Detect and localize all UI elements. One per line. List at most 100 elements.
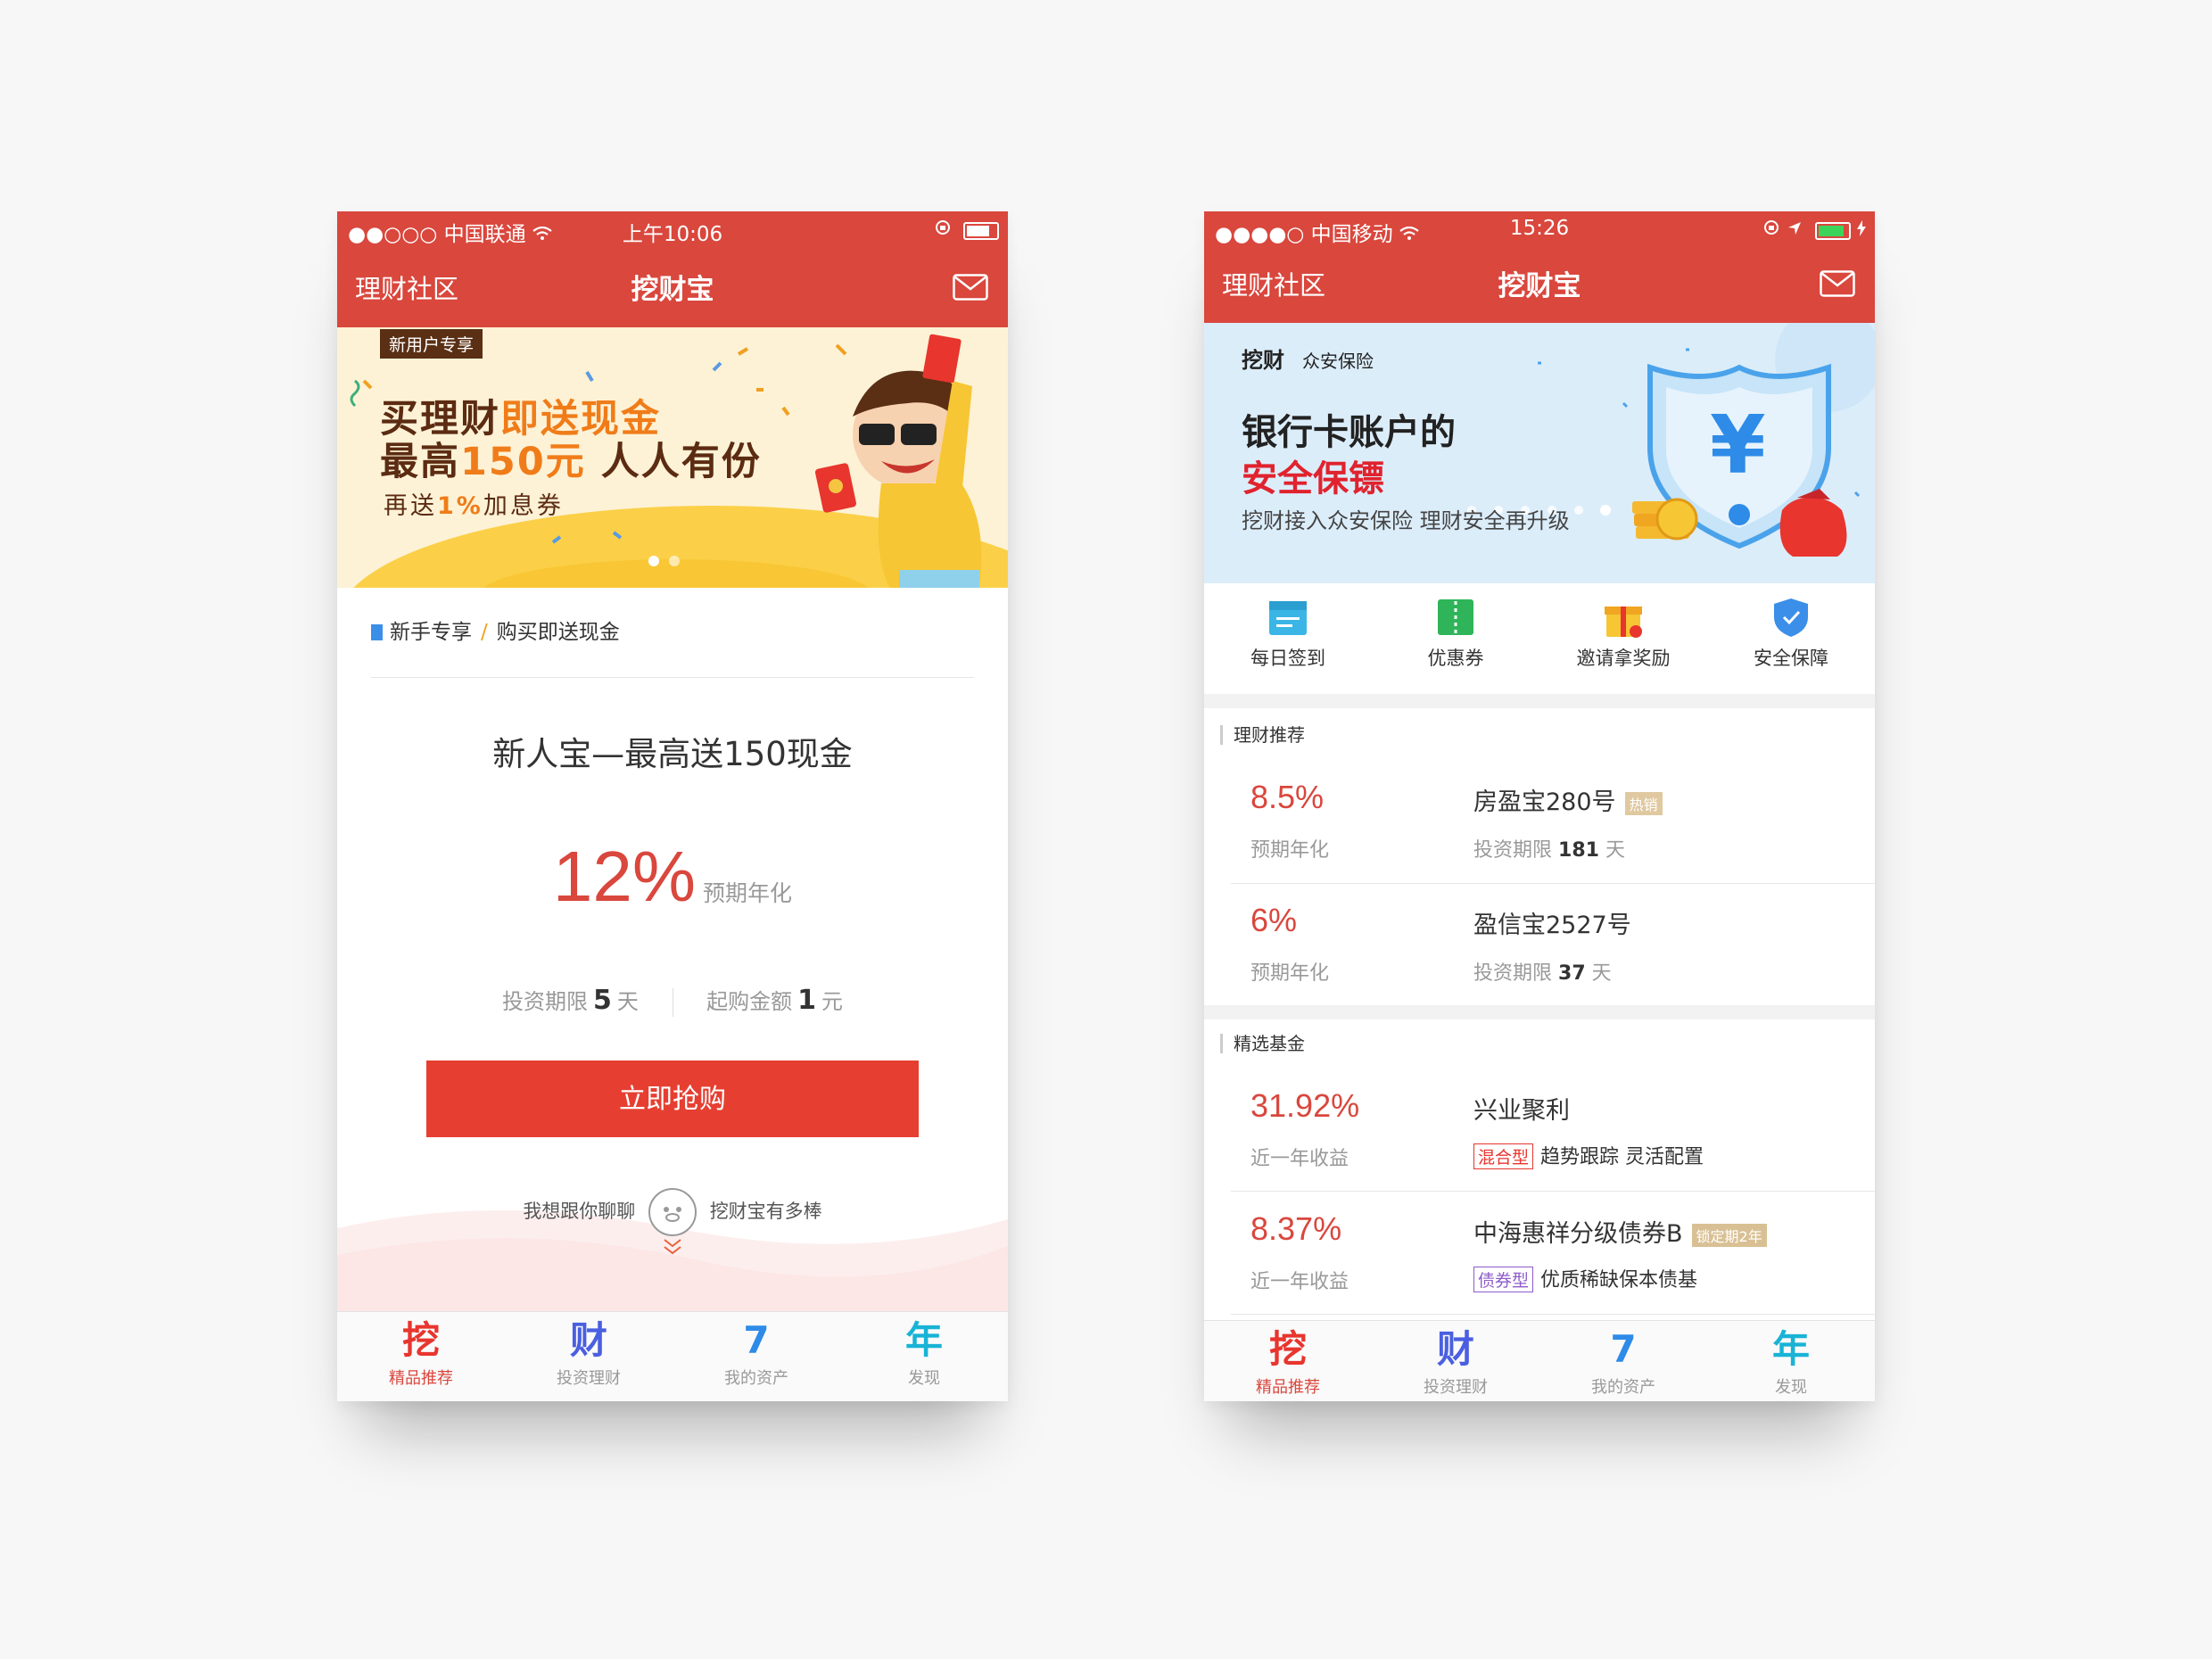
term-unit: 天	[1591, 962, 1612, 985]
battery-icon	[1814, 221, 1851, 240]
hot-tag: 热销	[1624, 791, 1663, 815]
lock-period-tag: 锁定期2年	[1691, 1223, 1767, 1247]
term-value: 37	[1558, 962, 1586, 985]
fund-desc: 优质稀缺保本债基	[1540, 1269, 1698, 1292]
quick-checkin[interactable]: 每日签到	[1204, 583, 1372, 694]
banner-highlight: 150元	[460, 440, 586, 484]
tab-featured[interactable]: 挖 精品推荐	[337, 1312, 505, 1401]
banner-text: 加息券	[483, 492, 564, 520]
min-amount-value: 1	[797, 985, 817, 1016]
term-label: 投资期限	[501, 989, 588, 1014]
discover-icon: 年	[1771, 1327, 1810, 1371]
mail-icon[interactable]	[1820, 270, 1855, 301]
product-rate: 12% 预期年化	[337, 836, 1008, 918]
banner-text: 最高	[380, 440, 460, 484]
tab-featured[interactable]: 挖 精品推荐	[1204, 1321, 1372, 1401]
term-label: 投资期限	[1473, 839, 1553, 862]
tab-label: 发现	[1775, 1378, 1807, 1397]
chat-text-left: 我想跟你聊聊	[523, 1201, 636, 1222]
divider	[1231, 883, 1875, 884]
section-gap	[1204, 694, 1875, 708]
item-term: 投资期限 181 天	[1473, 834, 1625, 863]
battery-icon	[963, 221, 999, 240]
item-rate-label: 预期年化	[1250, 839, 1330, 862]
status-time: 上午10:06	[622, 223, 723, 246]
term-value: 181	[1558, 839, 1599, 862]
security-banner[interactable]: ¥ 挖财 众安保险 银行卡账户的 安全保镖 挖财接入众安保险 理财安全再升级	[1204, 323, 1875, 583]
chat-text-right: 挖财宝有多棒	[709, 1201, 822, 1222]
buy-now-button[interactable]: 立即抢购	[426, 1061, 919, 1137]
item-rate-label: 近一年收益	[1250, 1148, 1349, 1170]
item-term: 投资期限 37 天	[1473, 957, 1612, 986]
tab-label: 精品推荐	[1256, 1378, 1320, 1397]
fund-type-tag: 债券型	[1473, 1267, 1534, 1292]
rate-label: 预期年化	[703, 880, 793, 906]
quick-label: 安全保障	[1754, 648, 1828, 669]
rotation-lock-icon	[934, 219, 958, 242]
breadcrumb-current: 购买即送现金	[496, 621, 620, 644]
item-rate: 8.37%	[1250, 1210, 1342, 1247]
status-bar: ●●○○○ 中国联通 上午10:06	[337, 211, 1008, 247]
term-unit: 天	[1605, 839, 1625, 862]
mascot-face-icon[interactable]	[648, 1188, 697, 1236]
item-rate-label: 预期年化	[1250, 962, 1330, 985]
tab-bar: 挖 精品推荐 财 投资理财 7 我的资产 年 发现	[337, 1311, 1008, 1401]
quick-actions: 每日签到 优惠券 邀请拿奖励 安全保障	[1204, 583, 1875, 694]
chevron-down-icon[interactable]	[337, 1236, 1008, 1262]
shield-icon	[1770, 596, 1812, 639]
phone-screen-left: ●●○○○ 中国联通 上午10:06 理财社区 挖财宝 新用户专享 买理财即送现…	[337, 211, 1008, 1401]
featured-icon: 挖	[401, 1318, 440, 1362]
charging-icon	[1857, 219, 1866, 242]
tab-invest[interactable]: 财 投资理财	[1372, 1321, 1539, 1401]
banner-highlight: 1%	[437, 492, 483, 520]
mail-icon[interactable]	[953, 274, 988, 304]
tab-label: 投资理财	[557, 1369, 621, 1388]
invest-icon: 财	[1436, 1327, 1474, 1371]
tab-label: 精品推荐	[389, 1369, 453, 1388]
quick-label: 每日签到	[1250, 648, 1325, 669]
fund-type-tag: 混合型	[1473, 1143, 1534, 1169]
quick-coupon[interactable]: 优惠券	[1372, 583, 1539, 694]
banner-headline-2: 最高150元 人人有份	[380, 431, 762, 486]
wacai-logo: 挖财	[1242, 348, 1284, 373]
divider	[371, 677, 974, 678]
term-unit: 天	[616, 989, 639, 1014]
banner-headline-1: 银行卡账户的	[1242, 412, 1456, 453]
item-rate-label: 近一年收益	[1250, 1271, 1349, 1293]
tab-assets[interactable]: 7 我的资产	[673, 1312, 840, 1401]
tab-label: 投资理财	[1424, 1378, 1488, 1397]
item-rate: 6%	[1250, 902, 1298, 938]
term-label: 投资期限	[1473, 962, 1553, 985]
item-desc: 债券型 优质稀缺保本债基	[1473, 1264, 1697, 1292]
item-name: 中海惠祥分级债券B 锁定期2年	[1473, 1214, 1767, 1249]
nav-bar: 理财社区 挖财宝	[1204, 247, 1875, 323]
tab-bar: 挖 精品推荐 财 投资理财 7 我的资产 年 发现	[1204, 1320, 1875, 1401]
section-title-funds: 精选基金	[1220, 1034, 1305, 1053]
status-bar: ●●●●○ 中国移动 15:26	[1204, 211, 1875, 247]
quick-security[interactable]: 安全保障	[1707, 583, 1875, 694]
bookmark-icon	[371, 624, 383, 640]
breadcrumb-section[interactable]: 新手专享	[390, 621, 472, 644]
zhongan-logo: 众安保险	[1302, 351, 1374, 372]
featured-icon: 挖	[1268, 1327, 1307, 1371]
breadcrumb: 新手专享 / 购买即送现金	[371, 615, 620, 645]
assets-icon: 7	[743, 1318, 770, 1362]
calendar-icon	[1267, 596, 1309, 639]
tab-discover[interactable]: 年 发现	[840, 1312, 1008, 1401]
tab-invest[interactable]: 财 投资理财	[505, 1312, 673, 1401]
tab-discover[interactable]: 年 发现	[1707, 1321, 1875, 1401]
promo-banner[interactable]: 新用户专享 买理财即送现金 最高150元 人人有份 再送1%加息券	[337, 327, 1008, 588]
item-name-text: 房盈宝280号	[1473, 788, 1616, 816]
breadcrumb-separator: /	[481, 621, 488, 644]
min-amount-label: 起购金额	[706, 989, 793, 1014]
discover-icon: 年	[904, 1318, 943, 1362]
chat-prompt[interactable]: 我想跟你聊聊 挖财宝有多棒	[337, 1188, 1008, 1262]
tab-assets[interactable]: 7 我的资产	[1539, 1321, 1707, 1401]
item-rate: 8.5%	[1250, 779, 1325, 815]
tab-label: 我的资产	[1591, 1378, 1655, 1397]
product-title: 新人宝—最高送150现金	[492, 735, 853, 773]
phone-screen-right: ●●●●○ 中国移动 15:26 理财社区 挖财宝 ¥ 挖财 众安保险 银行卡账…	[1204, 211, 1875, 1401]
rotation-lock-icon	[1762, 219, 1787, 242]
quick-invite[interactable]: 邀请拿奖励	[1539, 583, 1707, 694]
page-title: 挖财宝	[1498, 270, 1581, 302]
